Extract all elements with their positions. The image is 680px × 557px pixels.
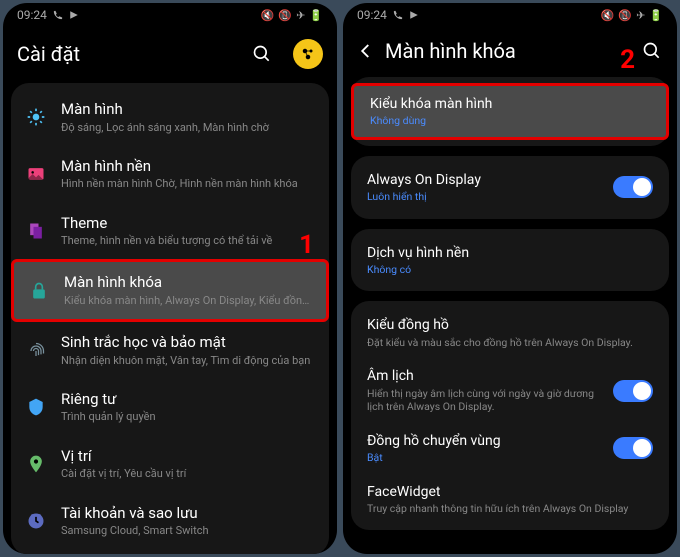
row-title: Âm lịch (367, 367, 599, 385)
search-icon (642, 41, 662, 61)
avatar-icon (299, 45, 317, 63)
profile-avatar[interactable] (293, 39, 323, 69)
row-subtitle: Không dùng (370, 114, 650, 128)
play-icon (69, 10, 79, 20)
settings-row-fingerprint[interactable]: Sinh trắc học và bảo mật Nhận diện khuôn… (11, 322, 329, 379)
row-subtitle: Kiểu khóa màn hình, Always On Display, K… (64, 294, 312, 308)
settings-row-backup[interactable]: Tài khoản và sao lưu Samsung Cloud, Smar… (11, 493, 329, 550)
annotation-1: 1 (299, 230, 314, 260)
row-title: Màn hình nền (61, 157, 315, 177)
phone-panel-2: 09:24 🔇 📵 ✈ 🔋 Màn hình khóa 2 Kiểu khóa … (343, 3, 677, 554)
row-title: Màn hình (61, 100, 315, 120)
statusbar-time: 09:24 (17, 8, 47, 22)
theme-icon (25, 220, 47, 242)
lockscreen-row[interactable]: Đồng hồ chuyển vùng Bật (351, 423, 669, 474)
back-button[interactable] (357, 42, 375, 60)
airplane-icon: ✈ (636, 9, 645, 22)
lockscreen-row[interactable]: Always On Display Luôn hiển thị (351, 162, 669, 213)
mute-icon: 🔇 (261, 9, 275, 22)
location-icon (25, 453, 47, 475)
no-signal-icon: 📵 (278, 9, 292, 22)
search-icon (252, 44, 272, 64)
lockscreen-row[interactable]: FaceWidget Truy cập nhanh thông tin hữu … (351, 474, 669, 525)
row-subtitle: Đặt kiểu và màu sắc cho đồng hồ trên Alw… (367, 336, 653, 350)
row-subtitle: Trình quản lý quyền (61, 410, 315, 424)
row-subtitle: Truy cập nhanh thông tin hữu ích trên Al… (367, 502, 653, 516)
row-title: Đồng hồ chuyển vùng (367, 432, 599, 450)
brightness-icon (25, 106, 47, 128)
call-icon (53, 10, 63, 20)
lockscreen-header: Màn hình khóa 2 (343, 27, 677, 77)
statusbar: 09:24 🔇 📵 ✈ 🔋 (343, 3, 677, 27)
lockscreen-row[interactable]: Kiểu khóa màn hình Không dùng (351, 83, 669, 140)
row-title: Vị trí (61, 447, 315, 467)
mute-icon: 🔇 (601, 9, 615, 22)
search-button[interactable] (641, 40, 663, 62)
row-subtitle: Hiển thị ngày âm lịch cùng với ngày và g… (367, 387, 599, 414)
row-subtitle: Bật (367, 451, 599, 465)
lock-icon (28, 280, 50, 302)
row-subtitle: Hình nền màn hình Chờ, Hình nền màn hình… (61, 177, 315, 191)
row-subtitle: Luôn hiển thị (367, 190, 599, 204)
row-subtitle: Cài đặt vị trí, Yêu cầu vị trí (61, 467, 315, 481)
backup-icon (25, 510, 47, 532)
page-title: Cài đặt (17, 42, 241, 66)
settings-row-wallpaper[interactable]: Màn hình nền Hình nền màn hình Chờ, Hình… (11, 146, 329, 203)
lockscreen-list: Kiểu khóa màn hình Không dùng Always On … (343, 77, 677, 554)
row-title: Kiểu khóa màn hình (370, 95, 650, 113)
statusbar: 09:24 🔇 📵 ✈ 🔋 (3, 3, 337, 27)
statusbar-time: 09:24 (357, 8, 387, 22)
row-title: Tài khoản và sao lưu (61, 504, 315, 524)
airplane-icon: ✈ (296, 9, 305, 22)
toggle-switch[interactable] (613, 437, 653, 459)
lockscreen-row[interactable]: Kiểu đồng hồ Đặt kiểu và màu sắc cho đồn… (351, 307, 669, 358)
row-title: Always On Display (367, 171, 599, 189)
page-title: Màn hình khóa (385, 39, 631, 63)
row-title: Kiểu đồng hồ (367, 316, 653, 334)
settings-row-privacy[interactable]: Riêng tư Trình quản lý quyền (11, 379, 329, 436)
lockscreen-row[interactable]: Dịch vụ hình nền Không có (351, 235, 669, 286)
row-title: Riêng tư (61, 390, 315, 410)
row-title: Theme (61, 214, 315, 234)
settings-list: Màn hình Độ sáng, Lọc ánh sáng xanh, Màn… (3, 83, 337, 554)
search-button[interactable] (251, 43, 273, 65)
row-subtitle: Độ sáng, Lọc ánh sáng xanh, Màn hình chờ (61, 121, 315, 135)
settings-row-brightness[interactable]: Màn hình Độ sáng, Lọc ánh sáng xanh, Màn… (11, 89, 329, 146)
settings-header: Cài đặt (3, 27, 337, 83)
row-title: Dịch vụ hình nền (367, 244, 653, 262)
phone-panel-1: 09:24 🔇 📵 ✈ 🔋 Cài đặt Màn hình Độ sáng, … (3, 3, 337, 554)
row-title: FaceWidget (367, 483, 653, 501)
toggle-switch[interactable] (613, 176, 653, 198)
toggle-switch[interactable] (613, 380, 653, 402)
row-subtitle: Nhận diện khuôn mặt, Vân tay, Tìm di độn… (61, 354, 315, 368)
chevron-left-icon (357, 42, 375, 60)
call-icon (393, 10, 403, 20)
annotation-2: 2 (620, 45, 635, 75)
settings-row-theme[interactable]: Theme Theme, hình nền và biểu tượng có t… (11, 203, 329, 260)
wallpaper-icon (25, 163, 47, 185)
battery-icon: 🔋 (649, 9, 663, 22)
settings-row-location[interactable]: Vị trí Cài đặt vị trí, Yêu cầu vị trí (11, 436, 329, 493)
settings-row-lock[interactable]: Màn hình khóa Kiểu khóa màn hình, Always… (11, 259, 329, 322)
row-subtitle: Theme, hình nền và biểu tượng có thể tải… (61, 234, 315, 248)
row-subtitle: Không có (367, 263, 653, 277)
battery-icon: 🔋 (309, 9, 323, 22)
no-signal-icon: 📵 (618, 9, 632, 22)
lockscreen-row[interactable]: Âm lịch Hiển thị ngày âm lịch cùng với n… (351, 358, 669, 422)
fingerprint-icon (25, 340, 47, 362)
row-title: Sinh trắc học và bảo mật (61, 333, 315, 353)
play-icon (409, 10, 419, 20)
row-title: Màn hình khóa (64, 273, 312, 293)
row-subtitle: Samsung Cloud, Smart Switch (61, 524, 315, 538)
privacy-icon (25, 396, 47, 418)
